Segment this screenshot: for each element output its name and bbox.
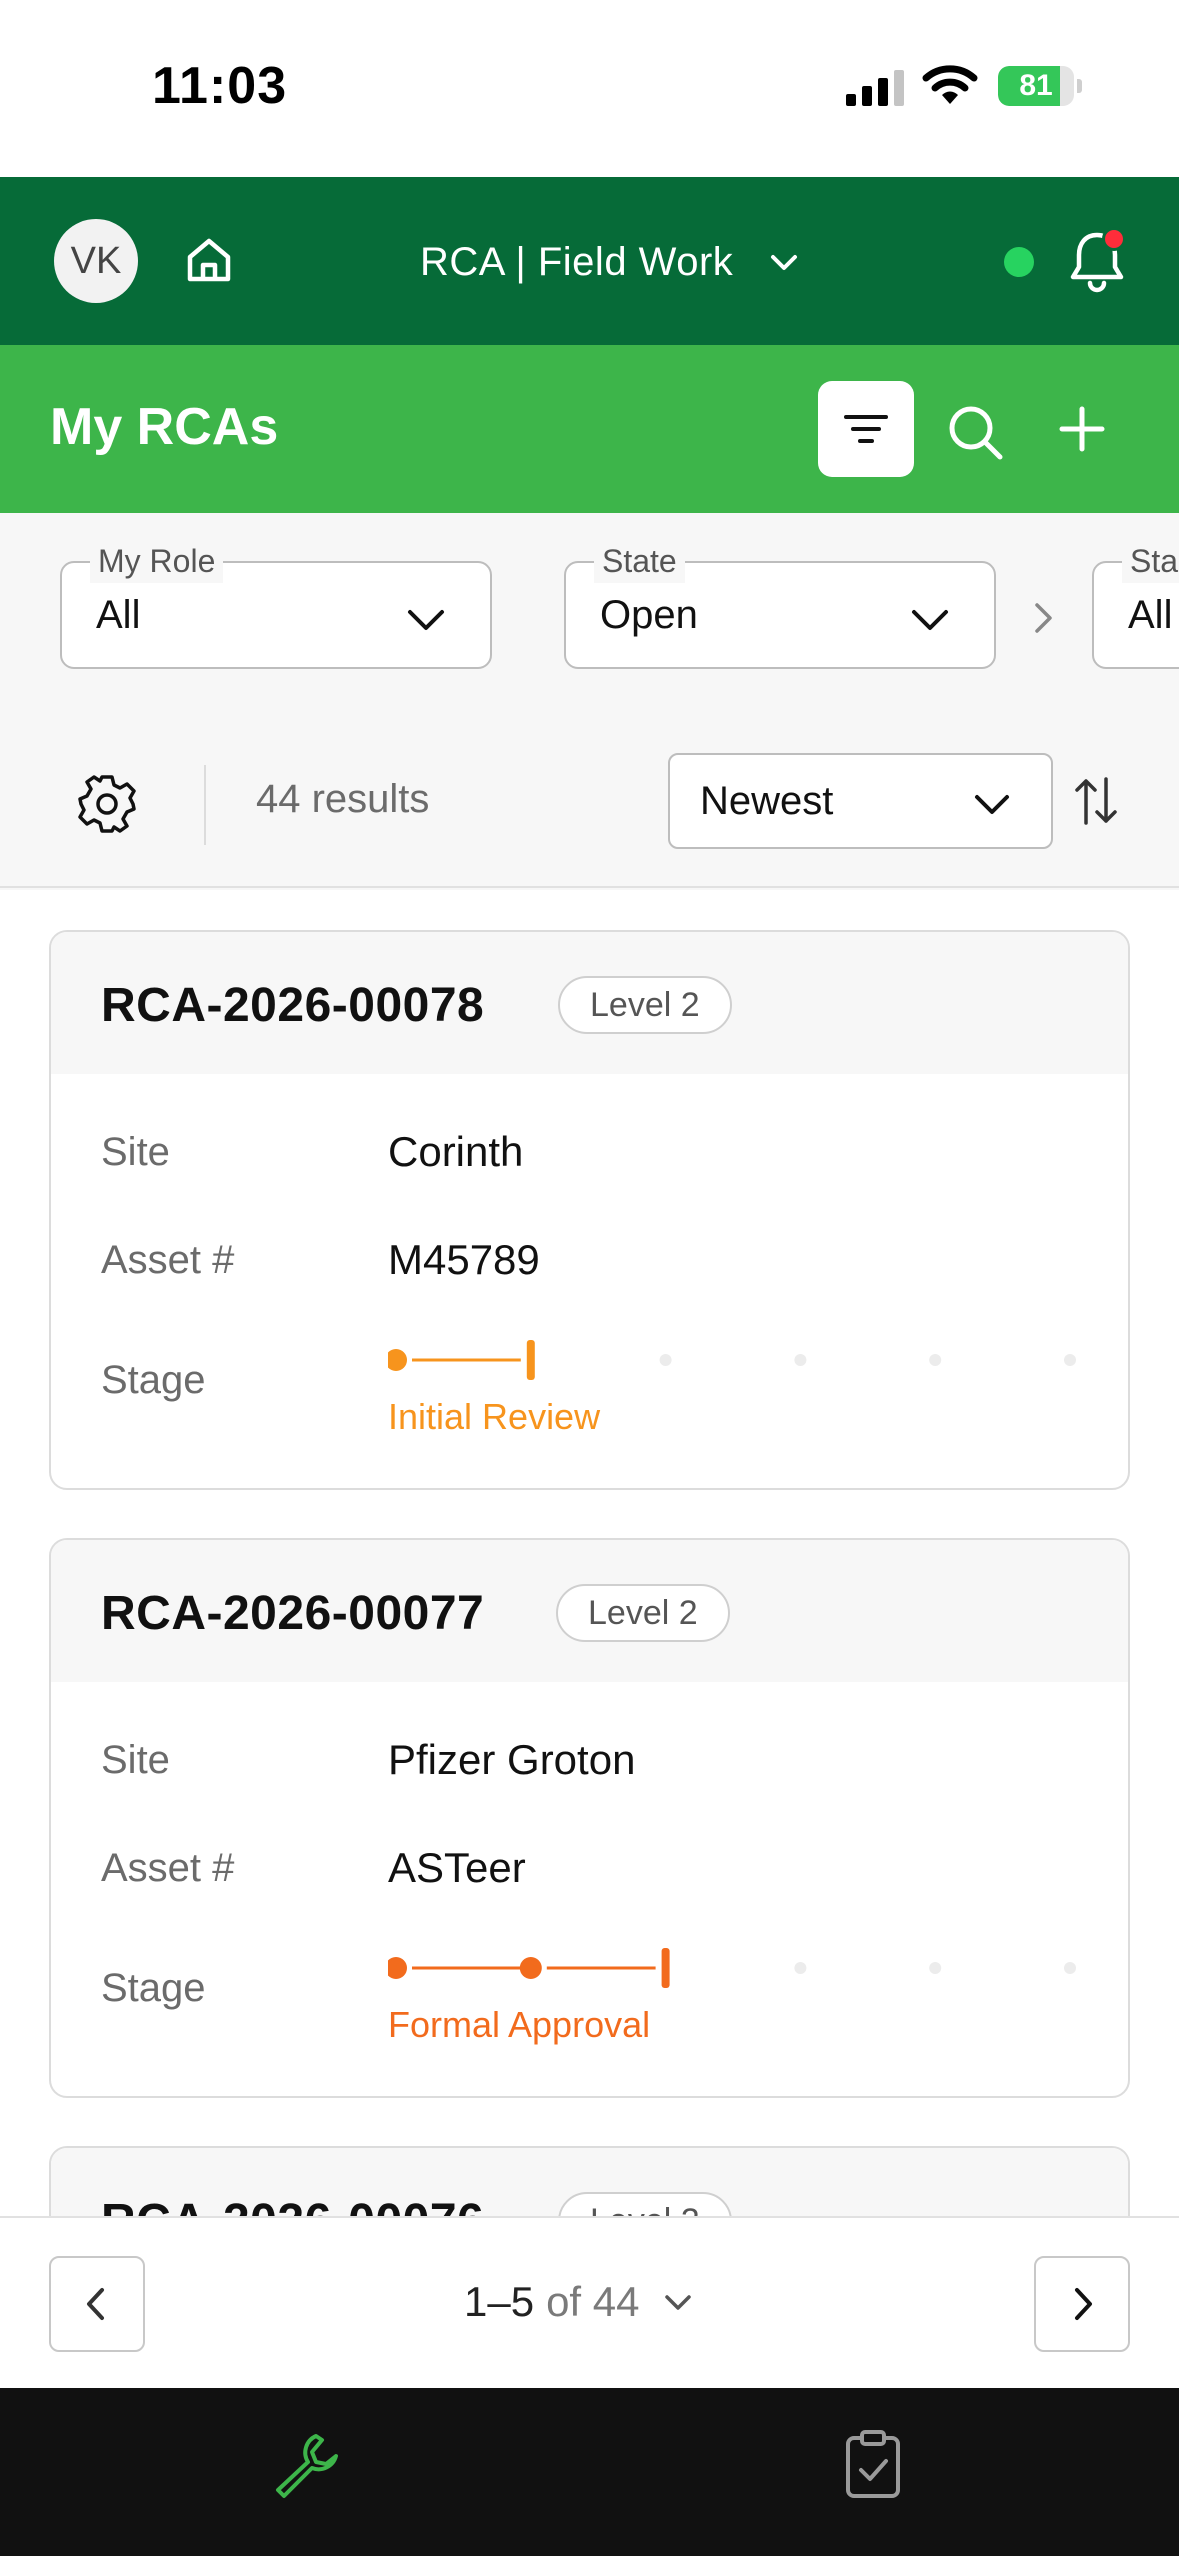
- next-page-button[interactable]: [1034, 2256, 1130, 2352]
- cellular-signal-icon: [846, 70, 904, 106]
- state-select[interactable]: State Open: [564, 539, 996, 669]
- status-time: 11:03: [152, 57, 288, 115]
- chevron-down-icon: [664, 2295, 691, 2310]
- status-label: Sta: [1122, 539, 1179, 583]
- app-header: VK RCA | Field Work: [0, 177, 1179, 345]
- chevron-down-icon: [771, 255, 798, 270]
- wifi-icon: [922, 65, 978, 104]
- site-value: Pfizer Groton: [388, 1736, 636, 1783]
- card-header: RCA-2026-00076 Level 2: [51, 2148, 1128, 2216]
- stage-dot-pending: [1064, 1354, 1076, 1366]
- asset-value: M45789: [388, 1236, 540, 1283]
- my-role-value: All: [96, 593, 141, 637]
- asset-label: Asset #: [101, 1238, 235, 1282]
- previous-page-button[interactable]: [49, 2256, 145, 2352]
- results-count: 44 results: [256, 777, 430, 821]
- results-toolbar: 44 results Newest: [0, 713, 1179, 888]
- page-total: of 44: [546, 2278, 640, 2325]
- pagination: 1–5 of 44: [0, 2216, 1179, 2388]
- stage-progress: [388, 1340, 1076, 1380]
- level-badge: Level 2: [558, 976, 732, 1034]
- online-status-dot: [1004, 247, 1034, 277]
- chevron-left-icon: [87, 2288, 104, 2320]
- my-role-select[interactable]: My Role All: [60, 539, 492, 669]
- chevron-right-icon: [1075, 2288, 1092, 2320]
- stage-dot-pending: [794, 1962, 807, 1974]
- status-bar: 11:03 81: [0, 0, 1179, 177]
- stage-dot-pending: [929, 1962, 942, 1974]
- card-header: RCA-2026-00077 Level 2: [51, 1540, 1128, 1682]
- toolbar-divider: [204, 765, 206, 845]
- stage-dot-complete: [388, 1349, 407, 1371]
- card-header: RCA-2026-00078 Level 2: [51, 932, 1128, 1074]
- stage-label: Stage: [101, 1358, 206, 1402]
- rca-list: RCA-2026-00078 Level 2 Site Corinth Asse…: [0, 890, 1179, 2216]
- sort-select[interactable]: Newest: [668, 753, 1053, 849]
- stage-current-marker: [526, 1340, 535, 1380]
- stage-dot-pending: [659, 1354, 672, 1366]
- level-badge: Level 2: [556, 1584, 730, 1642]
- asset-value: ASTeer: [388, 1844, 526, 1891]
- gear-icon[interactable]: [76, 773, 138, 835]
- status-value: All: [1128, 593, 1173, 637]
- filter-bar: My Role All State Open Sta All: [0, 513, 1179, 713]
- app-switcher[interactable]: RCA | Field Work: [420, 227, 801, 297]
- site-label: Site: [101, 1738, 170, 1782]
- page-header: My RCAs: [0, 345, 1179, 513]
- stage-dot-pending: [929, 1354, 942, 1366]
- rca-id: RCA-2026-00078: [101, 979, 485, 1032]
- page-title: My RCAs: [50, 398, 279, 456]
- avatar[interactable]: VK: [54, 219, 138, 303]
- level-badge: Level 2: [558, 2192, 732, 2216]
- my-role-label: My Role: [90, 539, 224, 583]
- rca-card[interactable]: RCA-2026-00078 Level 2 Site Corinth Asse…: [49, 930, 1130, 1490]
- filter-button[interactable]: [818, 381, 914, 477]
- stage-dot-complete: [519, 1957, 542, 1979]
- page-range-select[interactable]: 1–5 of 44: [464, 2278, 694, 2326]
- rca-card[interactable]: RCA-2026-00077 Level 2 Site Pfizer Groto…: [49, 1538, 1130, 2098]
- rca-id: RCA-2026-00077: [101, 1587, 485, 1640]
- stage-progress: [388, 1948, 1076, 1988]
- clipboard-check-icon[interactable]: [840, 2428, 906, 2500]
- battery-icon: 81: [998, 66, 1082, 106]
- site-label: Site: [101, 1130, 170, 1174]
- stage-dot-pending: [1064, 1962, 1076, 1974]
- stage-label: Stage: [101, 1966, 206, 2010]
- chevron-down-icon: [975, 795, 1009, 814]
- stage-dot-complete: [388, 1957, 407, 1979]
- home-icon[interactable]: [184, 235, 234, 285]
- notification-badge: [1102, 227, 1126, 251]
- page-range: 1–5: [464, 2278, 535, 2325]
- asset-label: Asset #: [101, 1846, 235, 1890]
- wrench-icon[interactable]: [270, 2428, 342, 2500]
- site-value: Corinth: [388, 1128, 524, 1175]
- status-select[interactable]: Sta All: [1092, 539, 1179, 669]
- chevron-right-icon[interactable]: [1024, 599, 1062, 637]
- stage-dot-pending: [794, 1354, 807, 1366]
- stage-value: Formal Approval: [388, 2004, 651, 2045]
- state-label: State: [594, 539, 685, 583]
- sort-value: Newest: [700, 779, 834, 823]
- plus-icon[interactable]: [1054, 401, 1110, 457]
- sort-direction-icon[interactable]: [1072, 775, 1120, 827]
- battery-percent: 81: [1019, 69, 1053, 102]
- filter-icon: [844, 415, 888, 443]
- rca-card[interactable]: RCA-2026-00076 Level 2: [49, 2146, 1130, 2216]
- chevron-down-icon: [408, 610, 444, 630]
- state-value: Open: [600, 593, 698, 637]
- bottom-tab-bar: [0, 2388, 1179, 2556]
- app-title: RCA | Field Work: [420, 239, 734, 284]
- rca-id: RCA-2026-00076: [101, 2194, 484, 2216]
- stage-value: Initial Review: [388, 1396, 601, 1437]
- search-icon[interactable]: [944, 401, 1006, 463]
- chevron-down-icon: [912, 610, 948, 630]
- stage-current-marker: [661, 1948, 670, 1988]
